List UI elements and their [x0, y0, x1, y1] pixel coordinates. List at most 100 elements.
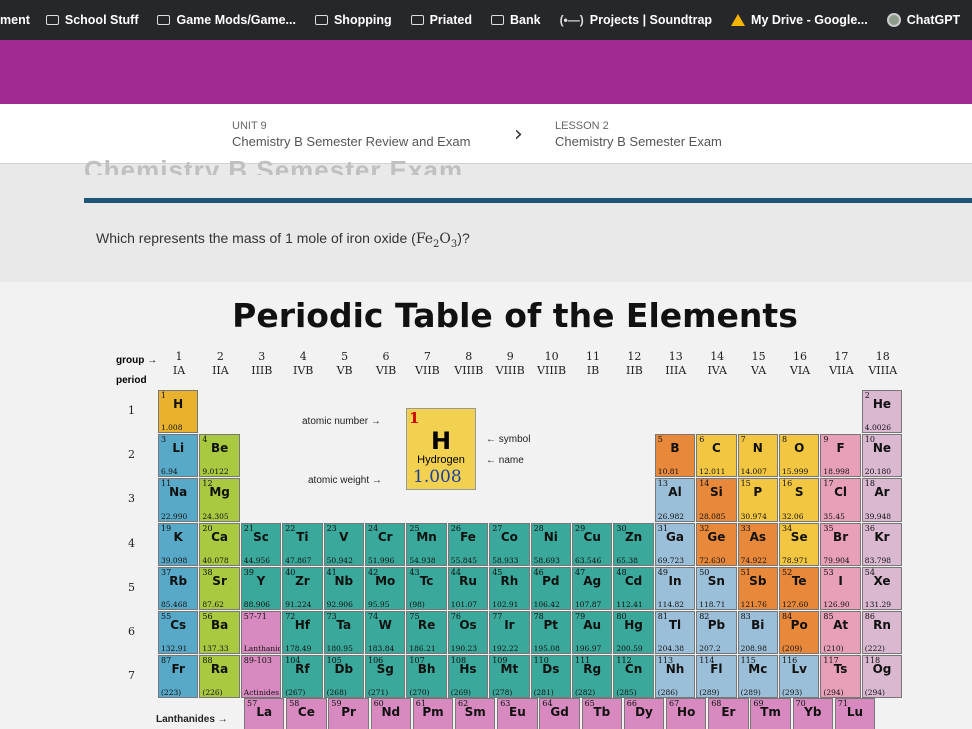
atomic-weight: 118.71	[699, 599, 726, 609]
element-symbol: Bh	[417, 662, 436, 677]
element-symbol: Rf	[295, 662, 310, 677]
element-cell: 114 Fl (289)	[696, 655, 737, 699]
atomic-weight: 63.546	[575, 555, 602, 565]
element-symbol: B	[670, 441, 680, 456]
atomic-weight: 24.305	[202, 511, 229, 521]
bookmark-label: ChatGPT	[906, 13, 961, 27]
element-symbol: Mn	[416, 529, 437, 544]
element-symbol: Cr	[377, 529, 393, 544]
element-cell: 2 He 4.0026	[861, 390, 903, 434]
atomic-weight: 20.180	[864, 467, 892, 477]
bookmark-0[interactable]: ment	[0, 13, 30, 27]
element-cell: 21 Sc 44.956	[240, 522, 282, 566]
element-cell: 58 Ce	[286, 698, 327, 729]
element-symbol: Cu	[583, 529, 601, 544]
element-cell: 59 Pr	[328, 698, 369, 729]
atomic-weight: 190.23	[450, 644, 478, 654]
atomic-weight-label: atomic weight →	[308, 475, 382, 486]
element-symbol: Cn	[624, 662, 643, 677]
atomic-weight: 207.2	[699, 644, 721, 654]
bookmark-7[interactable]: My Drive - Google...	[731, 13, 868, 27]
breadcrumb-lesson[interactable]: LESSON 2 Chemistry B Semester Exam	[555, 120, 722, 149]
element-symbol: At	[833, 618, 849, 632]
element-cell: 40 Zr 91.224	[282, 566, 323, 610]
element-symbol: As	[749, 529, 766, 544]
element-symbol: Lu	[846, 705, 864, 719]
element-symbol: Db	[334, 662, 354, 677]
atomic-weight: 12.011	[699, 467, 726, 477]
element-symbol: Se	[790, 529, 808, 544]
element-cell: 60 Nd	[370, 698, 411, 729]
bookmark-6[interactable]: (•—) Projects | Soundtrap	[560, 13, 712, 27]
bookmark-3[interactable]: Shopping	[314, 13, 392, 27]
period-number: 7	[128, 669, 135, 683]
group-header: 10 VIIIB	[537, 350, 567, 377]
period-number: 6	[128, 625, 135, 638]
atomic-weight: 58.933	[492, 555, 519, 565]
element-cell: 84 Po (209)	[779, 611, 820, 655]
atomic-weight: 47.867	[285, 555, 312, 565]
atomic-number: 89-103	[243, 656, 272, 666]
bookmark-4[interactable]: Priated	[410, 13, 472, 27]
element-cell: 117 Ts (294)	[820, 655, 861, 699]
element-symbol: Bi	[751, 618, 765, 632]
element-cell: 106 Sg (271)	[365, 655, 406, 699]
element-symbol: Zn	[624, 529, 643, 544]
atomic-weight: 106.42	[533, 599, 560, 609]
atomic-weight: 132.91	[161, 644, 188, 654]
element-symbol: Be	[210, 441, 229, 456]
atomic-weight: 101.07	[450, 599, 478, 609]
element-cell: 49 In 114.82	[654, 566, 696, 610]
element-symbol: Pt	[543, 618, 559, 632]
element-cell: 109 Mt (278)	[489, 655, 530, 699]
element-symbol: Pb	[707, 618, 726, 632]
element-cell: 3 Li 6.94	[158, 434, 199, 478]
title-divider	[84, 198, 972, 203]
element-cell: 8 O 15.999	[779, 434, 820, 478]
atomic-weight: 72.630	[699, 555, 726, 565]
element-symbol: Yb	[804, 705, 822, 719]
key-symbol: H	[430, 427, 452, 455]
breadcrumb-unit[interactable]: UNIT 9 Chemistry B Semester Review and E…	[232, 120, 470, 149]
element-symbol: Tl	[668, 618, 682, 632]
bookmark-label: ment	[0, 13, 30, 27]
element-symbol: Xe	[873, 573, 891, 588]
bookmark-1[interactable]: School Stuff	[45, 13, 138, 27]
element-cell: 47 Ag 107.87	[572, 566, 613, 610]
element-cell: 63 Eu	[497, 698, 538, 729]
element-symbol: Ds	[542, 662, 560, 677]
element-cell: 82 Pb 207.2	[696, 611, 737, 655]
group-header: 3 IIIB	[251, 350, 273, 377]
bookmark-8[interactable]: ChatGPT	[886, 13, 961, 27]
element-cell: 11 Na 22.990	[158, 478, 199, 522]
atomic-weight: 183.84	[368, 644, 395, 654]
element-symbol: Ca	[211, 529, 229, 544]
atomic-weight: 121.76	[740, 599, 767, 609]
lanthanides-label: Lanthanides →	[156, 714, 228, 725]
element-symbol: V	[339, 529, 349, 544]
periodic-table-title: Periodic Table of the Elements	[232, 296, 798, 335]
element-symbol: Ra	[210, 662, 229, 677]
atomic-weight: 85.468	[161, 599, 188, 609]
period-number: 3	[128, 492, 135, 506]
atomic-weight: 39.098	[161, 555, 188, 565]
element-cell: 80 Hg 200.59	[613, 611, 654, 655]
element-symbol: Pm	[422, 705, 444, 719]
element-cell: 105 Db (268)	[323, 655, 364, 699]
element-cell: 115 Mc (289)	[737, 655, 778, 699]
element-symbol: Hf	[294, 618, 311, 632]
key-name: Hydrogen	[417, 454, 465, 466]
bookmark-5[interactable]: Bank	[490, 13, 541, 27]
atomic-weight: 114.82	[657, 599, 685, 609]
element-cell: 116 Lv (293)	[779, 655, 820, 699]
atomic-weight: 186.21	[409, 644, 436, 654]
bookmark-label: My Drive - Google...	[751, 13, 868, 27]
element-symbol: N	[752, 441, 763, 456]
element-cell: 57 La	[244, 698, 285, 729]
period-number: 5	[128, 580, 135, 594]
element-cell: 38 Sr 87.62	[199, 566, 240, 610]
group-header: 8 VIIIB	[454, 350, 484, 377]
folder-icon	[157, 15, 171, 25]
bookmark-2[interactable]: Game Mods/Game...	[157, 13, 296, 27]
atomic-weight: (293)	[782, 688, 803, 698]
